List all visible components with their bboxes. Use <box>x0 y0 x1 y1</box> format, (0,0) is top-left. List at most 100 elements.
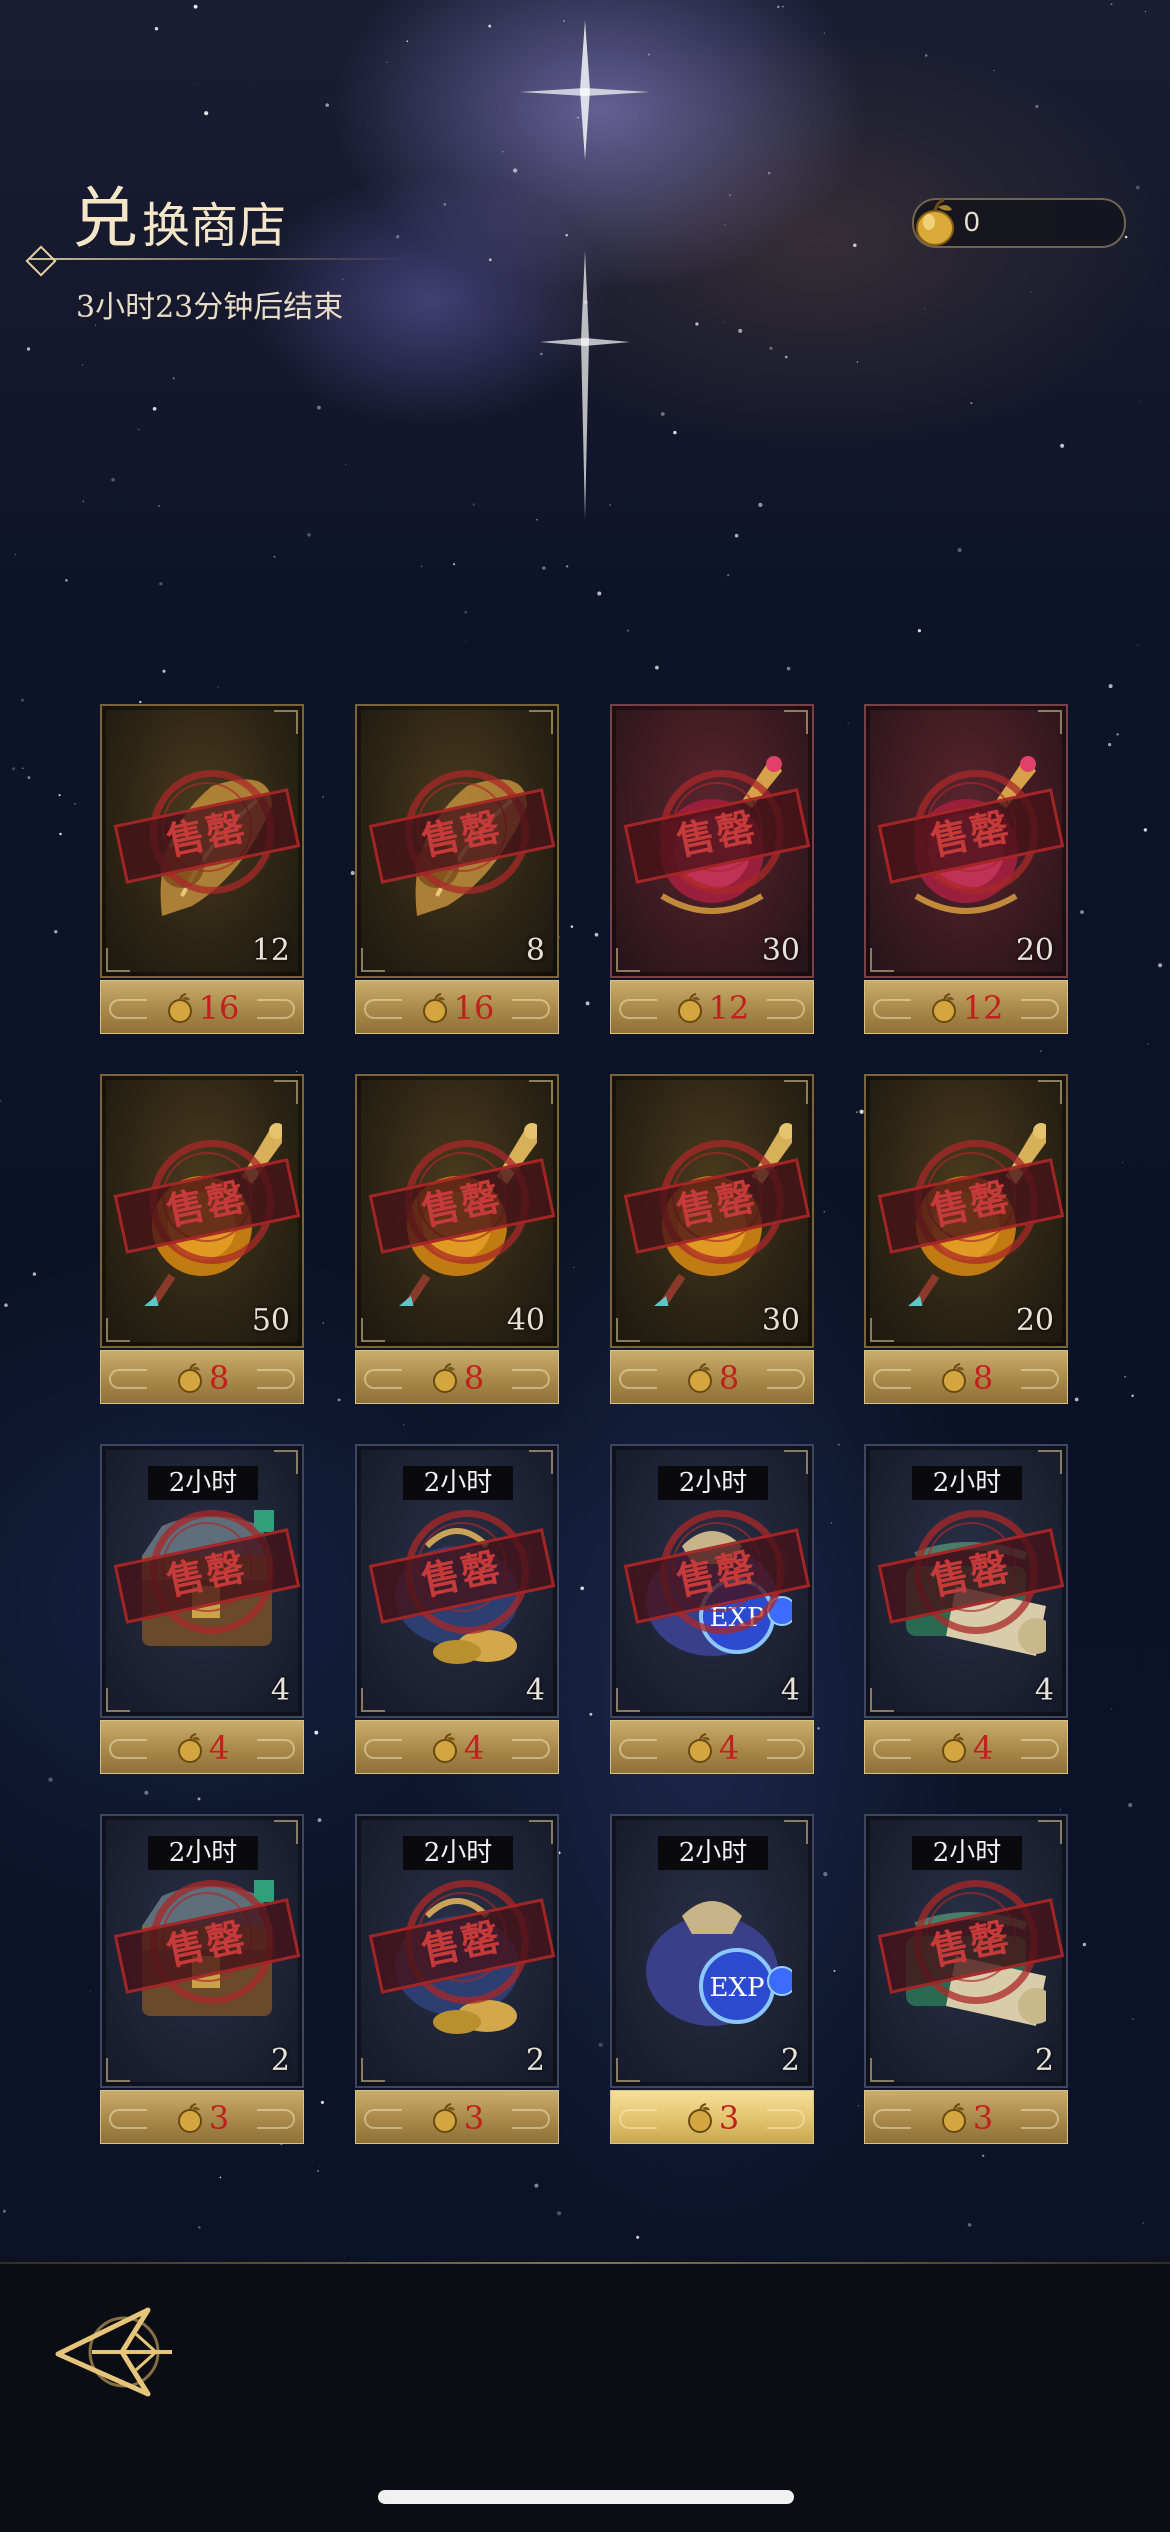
item-card[interactable]: 售罄 30 <box>610 1074 814 1348</box>
shop-item-exp-bag[interactable]: EXP 2小时 售罄 4 4 <box>610 1444 814 1776</box>
item-card[interactable]: 2小时售罄 2 <box>355 1814 559 2088</box>
card-corner-ornament <box>274 1450 298 1474</box>
price-button[interactable]: 12 <box>864 980 1068 1034</box>
shop-item-crimson-amulet[interactable]: 售罄 30 12 <box>610 704 814 1036</box>
price-value: 16 <box>198 989 240 1027</box>
shop-item-exp-bag[interactable]: EXP 2小时 2 3 <box>610 1814 814 2146</box>
price-value: 12 <box>708 989 750 1027</box>
card-corner-ornament <box>1038 1450 1062 1474</box>
golden-apple-icon <box>941 1733 966 1763</box>
duration-tag: 2小时 <box>912 1836 1022 1870</box>
shop-item-golden-feather[interactable]: 售罄 12 16 <box>100 704 304 1036</box>
price-button[interactable]: 16 <box>355 980 559 1034</box>
price-button[interactable]: 8 <box>864 1350 1068 1404</box>
shop-item-gold-coin-pouch[interactable]: 2小时 售罄 4 4 <box>355 1444 559 1776</box>
price-value: 4 <box>718 1729 740 1767</box>
shop-item-amber-amulet[interactable]: 售罄 40 8 <box>355 1074 559 1406</box>
page-title: 兑 换商店 <box>72 180 287 257</box>
sold-out-stamp: 售罄 <box>113 768 301 898</box>
price-button[interactable]: 12 <box>610 980 814 1034</box>
card-corner-ornament <box>616 2058 640 2082</box>
price-button[interactable]: 3 <box>355 2090 559 2144</box>
shop-item-golden-feather[interactable]: 售罄 8 16 <box>355 704 559 1036</box>
sold-out-label: 售罄 <box>417 1173 506 1234</box>
golden-apple-icon <box>177 2103 202 2133</box>
price-button[interactable]: 4 <box>100 1720 304 1774</box>
shop-item-amber-amulet[interactable]: 售罄 50 8 <box>100 1074 304 1406</box>
sold-out-label: 售罄 <box>926 1913 1015 1974</box>
golden-apple-icon <box>916 198 954 246</box>
item-card[interactable]: 售罄 30 <box>610 704 814 978</box>
price-button[interactable]: 4 <box>610 1720 814 1774</box>
duration-tag: 2小时 <box>403 1836 513 1870</box>
price-value: 8 <box>972 1359 994 1397</box>
card-corner-ornament <box>870 1318 894 1342</box>
item-quantity: 30 <box>761 1303 800 1338</box>
price-button[interactable]: 8 <box>355 1350 559 1404</box>
sold-out-label: 售罄 <box>672 1543 761 1604</box>
price-button[interactable]: 8 <box>610 1350 814 1404</box>
golden-apple-icon <box>941 1363 966 1393</box>
card-corner-ornament <box>784 1450 808 1474</box>
shop-item-gold-coin-pouch[interactable]: 2小时售罄 2 3 <box>355 1814 559 2146</box>
price-button[interactable]: 4 <box>355 1720 559 1774</box>
card-corner-ornament <box>361 1688 385 1712</box>
card-corner-ornament <box>274 1820 298 1844</box>
sold-out-stamp: 售罄 <box>368 1138 556 1268</box>
shop-item-treasure-chest[interactable]: 2小时 售罄 2 3 <box>100 1814 304 2146</box>
sold-out-label: 售罄 <box>926 803 1015 864</box>
shop-item-treasure-chest[interactable]: 2小时 售罄 4 4 <box>100 1444 304 1776</box>
item-card[interactable]: 2小时 售罄 2 <box>100 1814 304 2088</box>
price-value: 16 <box>453 989 495 1027</box>
item-card[interactable]: EXP 2小时 售罄 4 <box>610 1444 814 1718</box>
price-value: 12 <box>962 989 1004 1027</box>
item-card[interactable]: 2小时 售罄 4 <box>100 1444 304 1718</box>
golden-apple-icon <box>931 993 956 1023</box>
home-indicator[interactable] <box>378 2490 794 2504</box>
golden-apple-icon <box>687 2103 712 2133</box>
card-corner-ornament <box>616 1318 640 1342</box>
item-card[interactable]: 2小时 售罄 2 <box>864 1814 1068 2088</box>
item-quantity: 30 <box>761 933 800 968</box>
item-card[interactable]: 2小时 售罄 4 <box>355 1444 559 1718</box>
sold-out-stamp: 售罄 <box>623 1138 811 1268</box>
shop-item-crimson-amulet[interactable]: 售罄 20 12 <box>864 704 1068 1036</box>
card-corner-ornament <box>616 948 640 972</box>
item-card[interactable]: EXP 2小时 2 <box>610 1814 814 2088</box>
price-value: 3 <box>972 2099 994 2137</box>
item-card[interactable]: 售罄 12 <box>100 704 304 978</box>
page-title-first-char: 兑 <box>72 180 138 257</box>
price-value: 3 <box>208 2099 230 2137</box>
back-arrow-emblem-icon[interactable] <box>52 2292 180 2412</box>
sold-out-stamp: 售罄 <box>877 1508 1065 1638</box>
item-card[interactable]: 售罄 40 <box>355 1074 559 1348</box>
card-corner-ornament <box>1038 1820 1062 1844</box>
sold-out-stamp: 售罄 <box>368 768 556 898</box>
price-button[interactable]: 3 <box>100 2090 304 2144</box>
shop-item-amber-amulet[interactable]: 售罄 30 8 <box>610 1074 814 1406</box>
item-card[interactable]: 2小时 售罄 4 <box>864 1444 1068 1718</box>
page-title-rest: 换商店 <box>142 198 287 254</box>
price-button[interactable]: 8 <box>100 1350 304 1404</box>
shop-item-scroll-bundle[interactable]: 2小时 售罄 4 4 <box>864 1444 1068 1776</box>
card-corner-ornament <box>529 710 553 734</box>
item-card[interactable]: 售罄 50 <box>100 1074 304 1348</box>
item-card[interactable]: 售罄 20 <box>864 1074 1068 1348</box>
item-quantity: 2 <box>525 2043 545 2078</box>
card-corner-ornament <box>361 2058 385 2082</box>
price-button[interactable]: 4 <box>864 1720 1068 1774</box>
price-value: 4 <box>463 1729 485 1767</box>
sold-out-label: 售罄 <box>162 1543 251 1604</box>
item-card[interactable]: 售罄 8 <box>355 704 559 978</box>
sold-out-label: 售罄 <box>417 1913 506 1974</box>
price-button[interactable]: 16 <box>100 980 304 1034</box>
sold-out-label: 售罄 <box>672 803 761 864</box>
price-button[interactable]: 3 <box>610 2090 814 2144</box>
item-card[interactable]: 售罄 20 <box>864 704 1068 978</box>
price-button[interactable]: 3 <box>864 2090 1068 2144</box>
shop-item-scroll-bundle[interactable]: 2小时 售罄 2 3 <box>864 1814 1068 2146</box>
sold-out-label: 售罄 <box>417 1543 506 1604</box>
golden-apple-icon <box>432 1363 457 1393</box>
bottom-nav-divider <box>0 2262 1170 2264</box>
shop-item-amber-amulet[interactable]: 售罄 20 8 <box>864 1074 1068 1406</box>
